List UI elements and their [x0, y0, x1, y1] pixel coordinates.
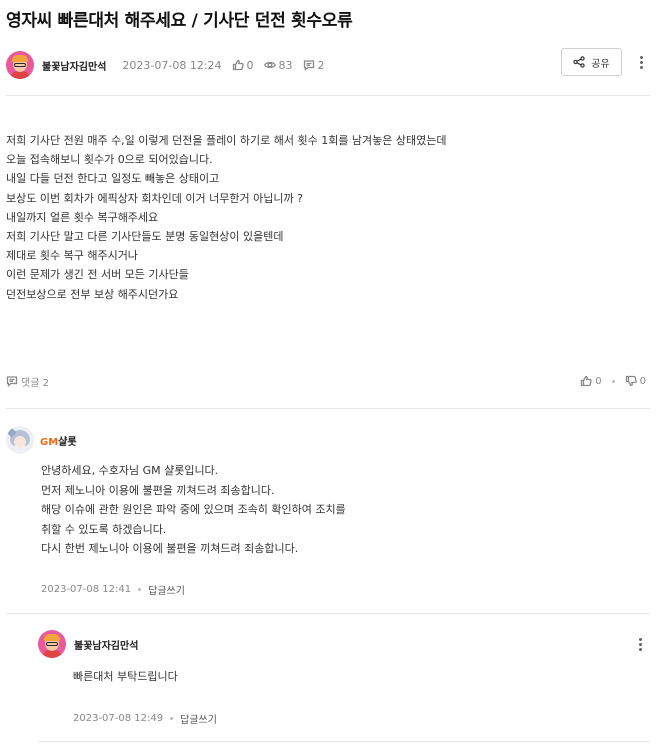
- reply-body: 빠른대처 부탁드립니다: [73, 667, 178, 687]
- post-meta: 2023-07-08 12:24 0 83 2: [122, 59, 334, 72]
- comment-line: 해당 이슈에 관한 원인은 파악 중에 있으며 조속히 확인하여 조치를: [41, 503, 346, 516]
- like-count: 0: [246, 58, 254, 72]
- comment-line: 취할 수 있도록 하겠습니다.: [41, 522, 167, 536]
- reply-divider: [38, 741, 650, 742]
- like-meta: 0: [232, 59, 254, 72]
- reply-line: 빠른대처 부탁드립니다: [73, 670, 178, 683]
- comment-divider: [6, 613, 650, 614]
- comment-line: 먼저 제노니아 이용에 불편을 끼쳐드려 죄송합니다.: [41, 483, 275, 497]
- reply-author-avatar[interactable]: [38, 630, 66, 658]
- comment-line: 다시 한번 제노니아 이용에 불편을 끼쳐드려 죄송합니다.: [41, 542, 299, 555]
- comment-meta: 2: [303, 59, 325, 72]
- comment-toggle[interactable]: 댓글 2: [6, 374, 49, 389]
- reply-header: 불꽃남자김만석: [38, 630, 138, 658]
- comment-date: 2023-07-08 12:41: [41, 584, 132, 595]
- reply-button[interactable]: 답글쓰기: [180, 711, 217, 726]
- author-avatar[interactable]: [6, 51, 34, 79]
- post-body-line: 이런 문제가 생긴 전 서버 모든 기사단들: [6, 268, 189, 282]
- reply-date: 2023-07-08 12:49: [73, 713, 164, 724]
- author-name[interactable]: 불꽃남자김만석: [42, 58, 106, 73]
- separator-dot: [611, 379, 615, 383]
- view-count: 83: [278, 58, 293, 72]
- comment-author-name: 샬롯: [58, 436, 77, 448]
- post-date: 2023-07-08 12:24: [122, 58, 222, 72]
- comments-divider: [6, 408, 650, 409]
- post-body-line: 내일 다들 던전 한다고 일정도 빼놓은 상태이고: [6, 172, 220, 186]
- dislike-button-count: 0: [639, 375, 646, 387]
- reaction-group: 0 0: [580, 375, 646, 387]
- comment-count: 2: [317, 58, 325, 72]
- post-title: 영자씨 빠른대처 해주세요 / 기사단 던전 횟수오류: [6, 11, 353, 31]
- header-divider: [6, 95, 650, 96]
- like-button[interactable]: 0: [580, 375, 602, 387]
- dislike-button[interactable]: 0: [625, 375, 646, 387]
- post-body-line: 제대로 횟수 복구 해주시거나: [6, 249, 138, 263]
- comment-line: 안녕하세요, 수호자님 GM 샬롯입니다.: [41, 464, 219, 477]
- separator-dot: [170, 717, 174, 720]
- post-body-line: 저희 기사단 전원 매주 수,일 이렇게 던전을 플레이 하기로 해서 횟수 1…: [6, 134, 447, 147]
- post-more-icon[interactable]: [636, 52, 646, 72]
- post-body-line: 던전보상으로 전부 보상 해주시던가요: [6, 287, 179, 301]
- reply-button[interactable]: 답글쓰기: [148, 582, 185, 597]
- post-footer: 댓글 2 0 0: [6, 373, 646, 389]
- comment-toggle-label: 댓글 2: [21, 377, 49, 389]
- comment-icon: [303, 60, 314, 71]
- comment-author[interactable]: GM샬롯: [40, 433, 77, 448]
- post-body-line: 오늘 접속해보니 횟수가 0으로 되어있습니다.: [6, 153, 213, 167]
- post-body-line: 보상도 이번 회차가 에픽상자 회차인데 이거 너무한거 아닙니까 ?: [6, 191, 303, 205]
- view-meta: 83: [263, 58, 293, 72]
- thumbs-down-icon: [625, 375, 637, 387]
- thumbs-up-icon: [232, 59, 244, 71]
- comment-header: GM샬롯: [6, 426, 77, 454]
- reply-more-icon[interactable]: [635, 637, 645, 651]
- comment-meta: 2023-07-08 12:41 답글쓰기: [41, 582, 185, 597]
- comment-body: 안녕하세요, 수호자님 GM 샬롯입니다. 먼저 제노니아 이용에 불편을 끼쳐…: [41, 461, 346, 559]
- share-button[interactable]: 공유: [561, 48, 622, 76]
- post-body-line: 내일까지 얼른 횟수 복구해주세요: [6, 210, 159, 224]
- thumbs-up-icon: [581, 375, 592, 387]
- share-icon: [573, 56, 585, 68]
- post-body: 저희 기사단 전원 매주 수,일 이렇게 던전을 플레이 하기로 해서 횟수 1…: [6, 131, 447, 304]
- gm-badge: GM: [40, 436, 59, 448]
- comment-icon: [6, 376, 18, 387]
- like-button-count: 0: [595, 375, 602, 387]
- post-body-line: 저희 기사단 말고 다른 기사단들도 분명 동일현상이 있을텐데: [6, 230, 284, 244]
- reply-author-name[interactable]: 불꽃남자김만석: [74, 637, 138, 652]
- eye-icon: [263, 61, 276, 69]
- separator-dot: [138, 588, 142, 591]
- gm-avatar[interactable]: [6, 426, 34, 454]
- share-label: 공유: [591, 58, 610, 70]
- reply-meta: 2023-07-08 12:49 답글쓰기: [73, 711, 217, 726]
- post-author-row: 불꽃남자김만석 2023-07-08 12:24 0 83 2: [6, 50, 335, 80]
